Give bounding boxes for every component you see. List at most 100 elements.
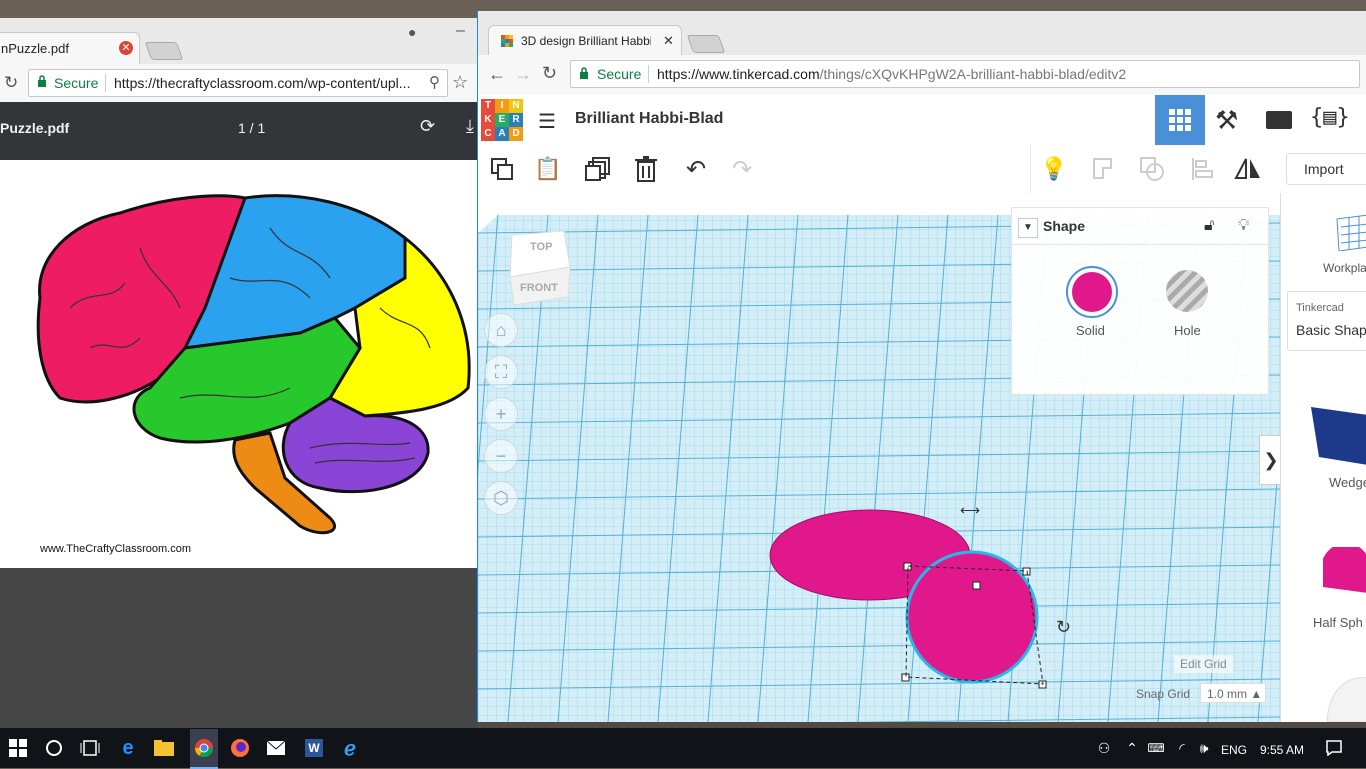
reload-icon[interactable]: ↻	[4, 73, 18, 93]
wedge-shape-icon[interactable]	[1311, 405, 1366, 465]
new-tab-button[interactable]	[686, 35, 726, 53]
design-name[interactable]: Brilliant Habbi-Blad	[575, 110, 723, 128]
solid-color-button[interactable]	[1066, 266, 1118, 318]
people-icon[interactable]: ⚇	[1092, 736, 1116, 760]
logo-letter: C	[481, 127, 495, 141]
minimize-icon[interactable]: –	[456, 22, 465, 40]
omnibox-divider	[105, 74, 106, 92]
right-tab-strip: 3D design Brilliant Habbi ✕	[478, 11, 1366, 57]
toolbar-divider	[1030, 145, 1031, 193]
tinkercad-toolbar: 📋 ↶ ↷ 💡 Import	[478, 145, 1366, 194]
view-cube[interactable]: TOP FRONT	[508, 229, 571, 306]
file-explorer-icon[interactable]	[152, 736, 176, 760]
edit-grid-button[interactable]: Edit Grid	[1174, 655, 1233, 673]
home-view-icon[interactable]: ⌂	[484, 313, 518, 347]
bookmark-star-icon[interactable]: ☆	[452, 72, 468, 93]
tab-pdf[interactable]: nPuzzle.pdf ✕	[0, 32, 140, 64]
ime-icon[interactable]: ⌨	[1144, 736, 1168, 760]
tab-tinkercad[interactable]: 3D design Brilliant Habbi ✕	[488, 25, 682, 57]
internet-explorer-icon[interactable]: ℯ	[338, 736, 362, 760]
lightbulb-icon[interactable]: 💡	[1040, 155, 1068, 183]
chrome-taskbar-icon[interactable]	[190, 729, 218, 769]
task-view-icon[interactable]	[78, 736, 102, 760]
rotate-handle-icon[interactable]: ⟷	[960, 502, 980, 518]
windows-taskbar: e W ℯ ⚇ ⌃ ⌨ ◜ 🕪︎ ENG 9:55 AM	[0, 728, 1366, 769]
close-tab-icon[interactable]: ✕	[663, 33, 674, 49]
back-icon[interactable]: ←	[488, 64, 506, 85]
rotate-side-icon[interactable]: ↻	[1056, 617, 1071, 637]
duplicate-icon[interactable]	[584, 155, 612, 183]
half-sphere-label: Half Sph	[1313, 615, 1363, 630]
pickaxe-icon[interactable]: ⚒	[1215, 105, 1238, 136]
snap-grid-select[interactable]: 1.0 mm ▲	[1200, 683, 1266, 703]
collapse-chevron-icon[interactable]: ▼	[1018, 218, 1038, 238]
pdf-page: www.TheCraftyClassroom.com	[0, 160, 478, 568]
lock-shape-icon[interactable]: 🔓︎	[1204, 217, 1214, 235]
clock-time[interactable]: 9:55 AM	[1260, 743, 1304, 757]
logo-letter: A	[495, 127, 509, 141]
workplane-canvas[interactable]: ⟷ ↻ TOP FRONT ⌂ ⛶ + − ⬡ ▼ Shape 🔓︎ 💡︎ So…	[478, 193, 1280, 722]
design-list-icon[interactable]: ☰	[538, 109, 556, 134]
delete-trash-icon[interactable]	[632, 155, 660, 183]
search-icon[interactable]: ⚲	[429, 73, 440, 91]
zoom-out-icon[interactable]: −	[484, 439, 518, 473]
paste-icon[interactable]: 📋	[534, 155, 562, 183]
fit-view-icon[interactable]: ⛶	[484, 355, 518, 389]
tab-title: 3D design Brilliant Habbi	[521, 34, 651, 48]
codeblocks-icon[interactable]: {▤}	[1310, 105, 1350, 130]
library-caption: Tinkercad	[1296, 302, 1344, 314]
close-tab-icon[interactable]: ✕	[119, 41, 133, 55]
left-url: https://thecraftyclassroom.com/wp-conten…	[114, 75, 411, 91]
align-icon[interactable]	[1188, 155, 1216, 183]
tab-title: nPuzzle.pdf	[1, 41, 69, 56]
perspective-icon[interactable]: ⬡	[484, 481, 518, 515]
hole-button[interactable]	[1166, 270, 1208, 312]
word-icon[interactable]: W	[302, 736, 326, 760]
hint-lightbulb-icon[interactable]: 💡︎	[1238, 217, 1249, 235]
panel-toggle-chevron-icon[interactable]: ❯	[1259, 435, 1282, 485]
show-hidden-icons-chevron-icon[interactable]: ⌃	[1120, 736, 1144, 760]
profile-icon[interactable]: ●	[408, 24, 416, 40]
download-icon[interactable]: ⤓	[466, 116, 474, 137]
tinkercad-logo[interactable]: TINKERCAD	[481, 99, 523, 141]
left-omnibox[interactable]: Secure https://thecraftyclassroom.com/wp…	[28, 69, 448, 97]
brain-illustration	[36, 194, 471, 535]
cortana-search-icon[interactable]	[42, 736, 66, 760]
shape-library-select[interactable]: Tinkercad Basic Shap	[1287, 291, 1366, 351]
logo-letter: R	[509, 113, 523, 127]
forward-icon[interactable]: →	[514, 64, 532, 85]
firefox-icon[interactable]	[228, 736, 252, 760]
pdf-browser-window: nPuzzle.pdf ✕ ● – ↻ Secure https://thecr…	[0, 18, 478, 728]
3d-design-view-button[interactable]	[1155, 95, 1205, 145]
logo-letter: D	[509, 127, 523, 141]
reload-icon[interactable]: ↻	[542, 63, 557, 84]
edge-browser-icon[interactable]: e	[116, 736, 140, 760]
tinkercad-header: TINKERCAD ☰ Brilliant Habbi-Blad ⚒ {▤}	[478, 95, 1366, 146]
redo-icon[interactable]: ↷	[728, 155, 756, 183]
half-sphere-shape[interactable]	[905, 550, 1039, 684]
ungroup-icon[interactable]	[1138, 155, 1166, 183]
undo-icon[interactable]: ↶	[682, 155, 710, 183]
pdf-toolbar: Puzzle.pdf 1 / 1 ⟳ ⤓	[0, 102, 478, 160]
copy-icon[interactable]	[488, 155, 516, 183]
half-sphere-shape-icon[interactable]	[1323, 547, 1366, 593]
windows-start-icon[interactable]	[6, 736, 30, 760]
volume-icon[interactable]: 🕪︎	[1192, 736, 1216, 760]
bricks-icon[interactable]	[1266, 111, 1292, 129]
import-button[interactable]: Import	[1286, 153, 1366, 185]
language-indicator[interactable]: ENG	[1221, 743, 1247, 757]
shapes-sidebar: Workpla Tinkercad Basic Shap Wedge Half …	[1280, 193, 1366, 722]
paraboloid-shape-icon[interactable]	[1323, 677, 1366, 722]
group-icon[interactable]	[1090, 155, 1118, 183]
new-tab-button[interactable]	[144, 42, 184, 60]
hole-label: Hole	[1174, 323, 1201, 338]
right-address-bar: ← → ↻ Secure https://www.tinkercad.com/t…	[478, 55, 1366, 96]
workplane-tool-icon[interactable]	[1335, 215, 1366, 251]
right-omnibox[interactable]: Secure https://www.tinkercad.com/things/…	[570, 60, 1360, 88]
rotate-icon[interactable]: ⟳	[420, 116, 435, 137]
wifi-icon[interactable]: ◜	[1170, 736, 1194, 760]
mail-icon[interactable]	[264, 736, 288, 760]
mirror-icon[interactable]	[1234, 155, 1262, 183]
action-center-icon[interactable]	[1322, 736, 1346, 760]
zoom-in-icon[interactable]: +	[484, 397, 518, 431]
